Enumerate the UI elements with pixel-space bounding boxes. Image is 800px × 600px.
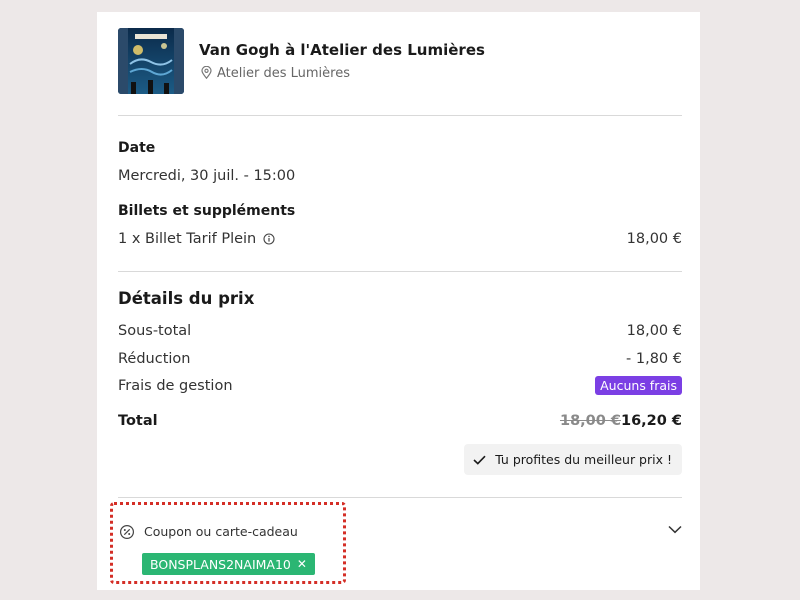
subtotal-value: 18,00 € [626, 323, 682, 339]
discount-label: Réduction [118, 351, 191, 367]
total-old-price: 18,00 € [559, 413, 621, 429]
ticket-item: 1 x Billet Tarif Plein [118, 231, 257, 247]
price-details-heading: Détails du prix [118, 289, 255, 308]
event-thumbnail [118, 28, 184, 94]
divider [118, 271, 682, 272]
discount-value: - 1,80 € [626, 351, 682, 367]
subtotal-label: Sous-total [118, 323, 192, 339]
best-price-text: Tu profites du meilleur prix ! [495, 452, 672, 467]
checkmark-icon [473, 455, 486, 465]
divider [118, 497, 682, 498]
chevron-down-icon[interactable] [668, 525, 682, 534]
total-label: Total [118, 413, 158, 429]
fees-label: Frais de gestion [118, 378, 233, 394]
info-icon[interactable] [263, 233, 275, 245]
venue-name: Atelier des Lumières [217, 66, 350, 81]
tickets-label: Billets et suppléments [118, 203, 296, 219]
event-header: Van Gogh à l'Atelier des Lumières Atelie… [118, 28, 682, 94]
event-venue: Atelier des Lumières [201, 65, 350, 81]
coupon-highlight-box [110, 502, 346, 584]
divider [118, 115, 682, 116]
date-label: Date [118, 140, 156, 156]
ticket-line: 1 x Billet Tarif Plein [118, 231, 275, 247]
total-new-price: 16,20 € [620, 413, 682, 429]
date-value: Mercredi, 30 juil. - 15:00 [118, 168, 296, 184]
no-fees-badge: Aucuns frais [595, 376, 682, 395]
location-pin-icon [201, 65, 212, 80]
event-title: Van Gogh à l'Atelier des Lumières [199, 41, 485, 59]
best-price-notice: Tu profites du meilleur prix ! [464, 444, 682, 475]
ticket-price: 18,00 € [626, 231, 682, 247]
